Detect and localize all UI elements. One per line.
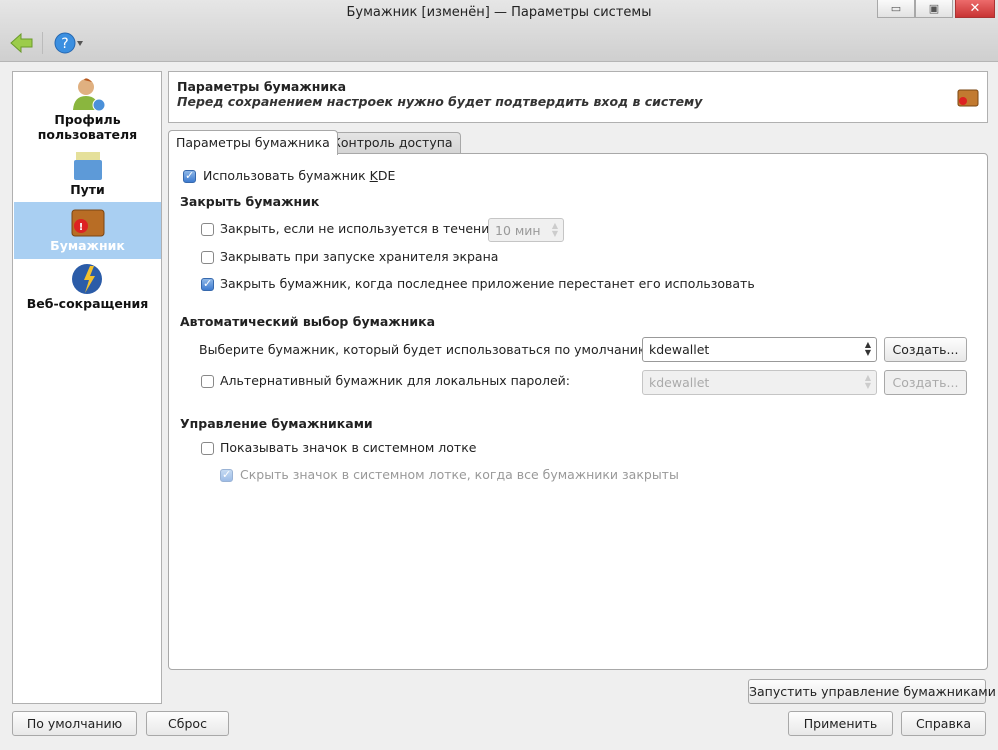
apply-button[interactable]: Применить: [788, 711, 893, 736]
sidebar: Профиль пользователя Пути ! Бумажник Веб…: [12, 71, 162, 704]
globe-icon: [71, 264, 102, 294]
sidebar-item-wallet[interactable]: ! Бумажник: [14, 202, 161, 259]
svg-text:!: !: [78, 222, 83, 233]
sidebar-item-profile[interactable]: Профиль пользователя: [14, 76, 161, 148]
wallet-icon: !: [71, 209, 104, 237]
sidebar-item-label: Пути: [70, 182, 105, 197]
create-alt-wallet-button[interactable]: Создать...: [884, 370, 967, 395]
toolbar-separator: [42, 32, 43, 54]
close-idle-checkbox[interactable]: [201, 223, 214, 236]
show-tray-checkbox[interactable]: [201, 442, 214, 455]
close-screensaver-checkbox[interactable]: [201, 251, 214, 264]
svg-text:?: ?: [61, 36, 68, 52]
launch-wallet-manager-button[interactable]: Запустить управление бумажниками: [748, 679, 996, 704]
sidebar-item-paths[interactable]: Пути: [14, 150, 161, 200]
maximize-button[interactable]: ▣: [915, 0, 953, 18]
page-header: Параметры бумажника Перед сохранением на…: [168, 71, 988, 123]
close-button[interactable]: ✕: [955, 0, 995, 18]
hide-tray-label: Скрыть значок в системном лотке, когда в…: [240, 467, 679, 482]
tab-wallet-settings[interactable]: Параметры бумажника: [168, 130, 338, 155]
alt-wallet-checkbox[interactable]: [201, 375, 214, 388]
help-button[interactable]: Справка: [901, 711, 986, 736]
user-profile-icon: [72, 78, 105, 112]
create-wallet-button[interactable]: Создать...: [884, 337, 967, 362]
window-title: Бумажник [изменён] — Параметры системы: [346, 5, 652, 20]
auto-select-heading: Автоматический выбор бумажника: [180, 314, 436, 329]
back-arrow-icon[interactable]: [10, 32, 34, 54]
tab-access-control[interactable]: Контроль доступа: [324, 132, 461, 154]
close-last-app-label: Закрыть бумажник, когда последнее прилож…: [220, 276, 755, 291]
help-icon[interactable]: ?: [54, 32, 86, 54]
close-wallet-heading: Закрыть бумажник: [180, 194, 320, 209]
close-idle-label: Закрыть, если не используется в течение:: [220, 221, 502, 236]
hide-tray-checkbox[interactable]: [220, 468, 233, 482]
use-kde-wallet-label: Использовать бумажник KDE: [203, 168, 396, 183]
default-wallet-label: Выберите бумажник, который будет использ…: [199, 342, 653, 357]
reset-button[interactable]: Сброс: [146, 711, 229, 736]
page-subtitle: Перед сохранением настроек нужно будет п…: [177, 94, 703, 109]
sidebar-item-label: Веб-сокращения: [26, 296, 149, 311]
close-screensaver-label: Закрывать при запуске хранителя экрана: [220, 249, 499, 264]
use-kde-wallet-checkbox[interactable]: [183, 169, 196, 183]
wallet-management-heading: Управление бумажниками: [180, 416, 373, 431]
close-last-app-checkbox[interactable]: [201, 277, 214, 291]
tab-panel: Использовать бумажник KDE Закрыть бумажн…: [168, 153, 988, 670]
page-title: Параметры бумажника: [177, 79, 347, 94]
minimize-button[interactable]: ▭: [877, 0, 915, 18]
show-tray-label: Показывать значок в системном лотке: [220, 440, 477, 455]
alt-wallet-select[interactable]: kdewallet ▲ ▼: [642, 370, 877, 395]
idle-timeout-spinbox[interactable]: 10 мин ▲ ▼: [488, 218, 564, 242]
sidebar-item-label: Профиль пользователя: [37, 112, 138, 142]
default-wallet-select[interactable]: kdewallet ▲ ▼: [642, 337, 877, 362]
defaults-button[interactable]: По умолчанию: [12, 711, 137, 736]
folder-icon: [73, 152, 102, 180]
alt-wallet-label: Альтернативный бумажник для локальных па…: [220, 373, 571, 388]
sidebar-item-label: Бумажник: [50, 238, 125, 253]
wallet-icon: [957, 89, 979, 107]
sidebar-item-web-shortcuts[interactable]: Веб-сокращения: [14, 262, 161, 314]
